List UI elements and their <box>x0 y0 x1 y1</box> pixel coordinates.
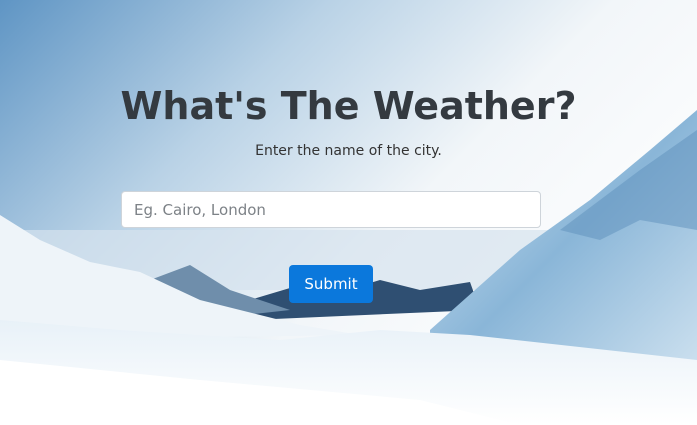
submit-button[interactable]: Submit <box>289 265 373 303</box>
city-input[interactable] <box>121 191 541 228</box>
page-title: What's The Weather? <box>120 84 577 128</box>
page-subtitle: Enter the name of the city. <box>255 143 442 159</box>
